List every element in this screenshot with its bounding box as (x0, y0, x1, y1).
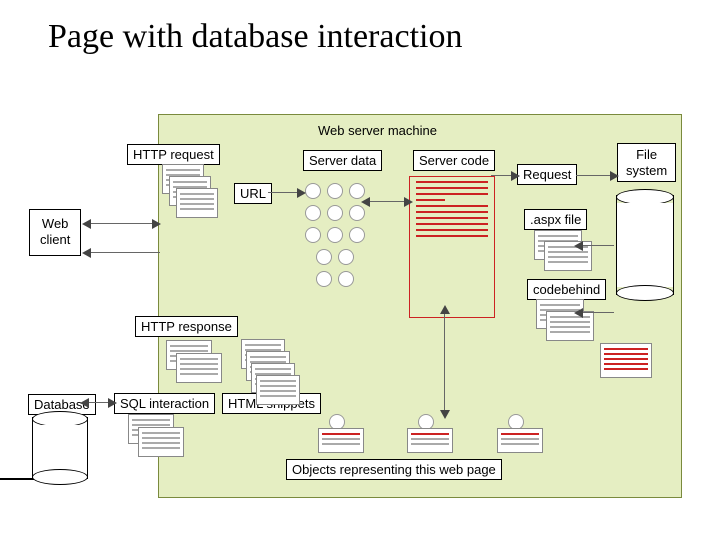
codebehind-label: codebehind (527, 279, 606, 300)
server-code-label: Server code (413, 150, 495, 171)
arrow (444, 313, 445, 413)
arrowhead (82, 219, 91, 229)
data-circle (327, 205, 343, 221)
url-label: URL (234, 183, 272, 204)
arrow (576, 175, 614, 176)
arrowhead (80, 398, 89, 408)
web-client-box: Webclient (29, 209, 81, 256)
arrowhead (440, 305, 450, 314)
obj-doc (497, 428, 543, 453)
doc-icon (176, 353, 222, 383)
arrow (90, 223, 155, 224)
obj-doc (407, 428, 453, 453)
data-circle (305, 227, 321, 243)
arrow (369, 201, 407, 202)
data-circle (305, 183, 321, 199)
http-request-label: HTTP request (127, 144, 220, 165)
arrowhead (404, 197, 413, 207)
red-doc-icon (600, 343, 652, 378)
arrowhead (361, 197, 370, 207)
doc-icon (256, 375, 300, 405)
data-circle (338, 271, 354, 287)
arrowhead (574, 241, 583, 251)
web-client-label: Webclient (40, 216, 70, 247)
doc-icon (138, 427, 184, 457)
arrowhead (108, 398, 117, 408)
data-circle (349, 205, 365, 221)
arrowhead (511, 171, 520, 181)
arrow (582, 245, 614, 246)
data-circle (316, 249, 332, 265)
data-circle (316, 271, 332, 287)
data-circle (327, 183, 343, 199)
arrowhead (297, 188, 306, 198)
server-machine-label: Web server machine (313, 121, 442, 140)
doc-icon (176, 188, 218, 218)
doc-icon (546, 311, 594, 341)
data-circle (349, 227, 365, 243)
arrow (582, 312, 614, 313)
arrowhead (610, 171, 619, 181)
arrowhead (152, 219, 161, 229)
page-title: Page with database interaction (0, 0, 720, 56)
server-data-label: Server data (303, 150, 382, 171)
data-circle (327, 227, 343, 243)
arrowhead (440, 410, 450, 419)
arrowhead (574, 308, 583, 318)
aspx-file-label: .aspx file (524, 209, 587, 230)
data-circle (338, 249, 354, 265)
http-response-label: HTTP response (135, 316, 238, 337)
arrow (90, 252, 160, 253)
sql-interaction-label: SQL interaction (114, 393, 215, 414)
obj-doc (318, 428, 364, 453)
data-circle (305, 205, 321, 221)
server-code-doc (409, 176, 495, 318)
file-system-cylinder (616, 195, 674, 295)
objects-caption-label: Objects representing this web page (286, 459, 502, 480)
arrowhead (82, 248, 91, 258)
arrow (268, 192, 300, 193)
request-label: Request (517, 164, 577, 185)
file-system-label: Filesystem (617, 143, 676, 182)
database-cylinder (32, 417, 88, 479)
